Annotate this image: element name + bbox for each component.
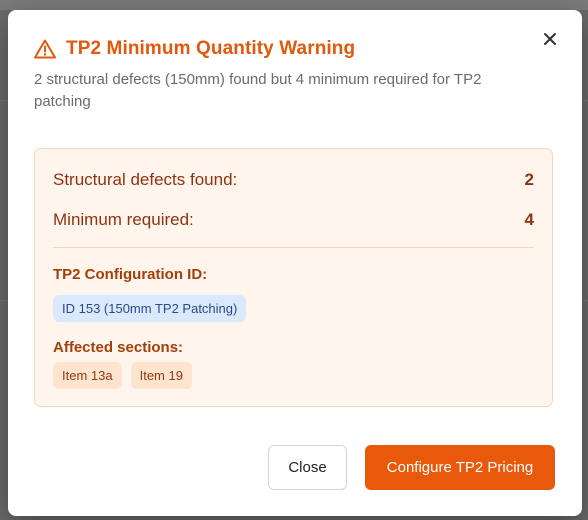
defects-found-row: Structural defects found: 2 [53, 170, 534, 190]
warning-dialog: TP2 Minimum Quantity Warning 2 structura… [8, 10, 582, 516]
close-button[interactable]: Close [268, 445, 347, 490]
title-row: TP2 Minimum Quantity Warning [34, 38, 552, 60]
config-id-label: TP2 Configuration ID: [53, 266, 208, 283]
dialog-subtitle: 2 structural defects (150mm) found but 4… [34, 71, 482, 110]
affected-sections-list: Item 13a Item 19 [53, 362, 192, 389]
minimum-required-row: Minimum required: 4 [53, 210, 534, 230]
affected-section-chip: Item 19 [130, 362, 192, 389]
dialog-header: TP2 Minimum Quantity Warning 2 structura… [34, 38, 552, 113]
close-icon[interactable] [540, 29, 560, 49]
config-id-chip: ID 153 (150mm TP2 Patching) [53, 295, 247, 322]
dialog-title: TP2 Minimum Quantity Warning [66, 38, 356, 59]
config-chip-row: ID 153 (150mm TP2 Patching) [53, 295, 247, 322]
backdrop-header [0, 0, 588, 10]
minimum-required-label: Minimum required: [53, 210, 194, 229]
defect-summary-panel: Structural defects found: 2 Minimum requ… [34, 148, 553, 407]
warning-triangle-icon [34, 39, 56, 59]
minimum-required-value: 4 [524, 210, 534, 229]
defects-found-value: 2 [524, 170, 534, 189]
affected-section-chip: Item 13a [53, 362, 122, 389]
configure-tp2-pricing-button[interactable]: Configure TP2 Pricing [365, 445, 555, 490]
affected-sections-label: Affected sections: [53, 339, 184, 356]
defects-found-label: Structural defects found: [53, 170, 238, 189]
panel-divider [53, 247, 534, 248]
